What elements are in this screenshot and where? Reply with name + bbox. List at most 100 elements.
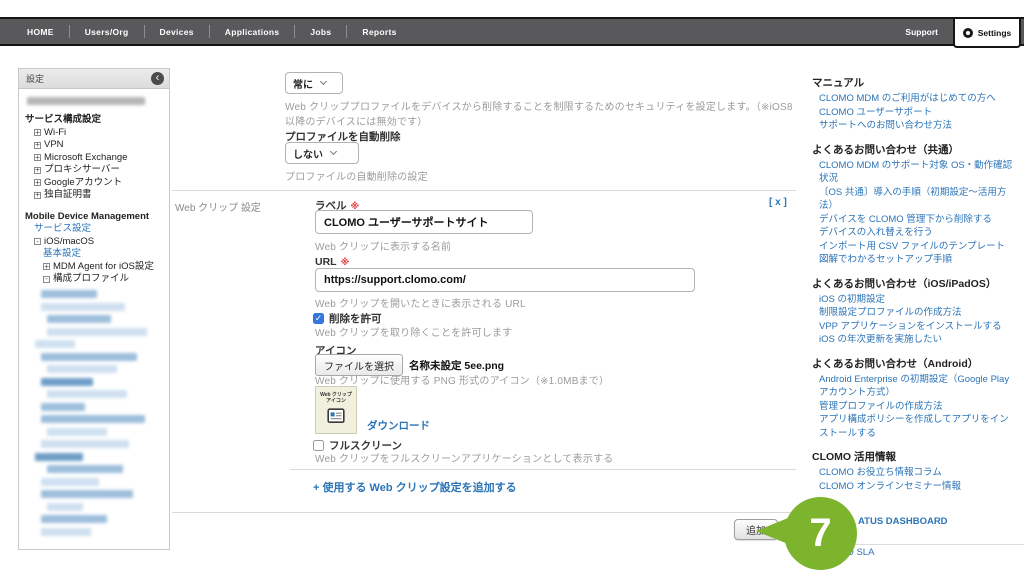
help-section-title: よくあるお問い合わせ（Android）: [812, 357, 1013, 371]
fullscreen-checkbox[interactable]: [313, 440, 324, 451]
nav-item-applications[interactable]: Applications: [210, 27, 295, 37]
redacted-tree-item: [41, 490, 133, 498]
sidebar-item-[interactable]: サービス設定: [25, 223, 165, 236]
help-link[interactable]: デバイスの入れ替えを行う: [812, 226, 1013, 240]
auto-remove-select[interactable]: しない: [285, 142, 359, 164]
expand-icon[interactable]: +: [34, 142, 41, 149]
help-section-title: CLOMO 活用情報: [812, 450, 1013, 464]
url-help-text: Web クリップを開いたときに表示される URL: [315, 297, 526, 312]
removable-checkbox[interactable]: ✓: [313, 313, 324, 324]
sidebar-item-ios-macos[interactable]: -iOS/macOS: [25, 236, 165, 249]
removable-checkbox-row: ✓ 削除を許可: [313, 311, 382, 326]
help-link[interactable]: 〔OS 共通〕導入の手順（初期設定〜活用方法）: [812, 186, 1013, 213]
tree-item-label[interactable]: iOS/macOS: [44, 236, 94, 249]
tree-item-label[interactable]: 構成プロファイル: [53, 273, 129, 286]
redacted-tree-item: [41, 528, 91, 536]
redacted-tree-item: [47, 465, 123, 473]
sidebar-item-[interactable]: +プロキシサーバー: [25, 164, 165, 177]
tree-item-label[interactable]: 基本設定: [43, 248, 81, 261]
sidebar-tree: サービス構成設定+Wi-Fi+VPN+Microsoft Exchange+プロ…: [19, 89, 169, 540]
help-link[interactable]: CLOMO お役立ち情報コラム: [812, 466, 1013, 480]
help-section-title: マニュアル: [812, 76, 1013, 90]
tree-item-label[interactable]: Microsoft Exchange: [44, 152, 127, 165]
tree-item-label: サービス構成設定: [25, 114, 101, 127]
tree-item-label[interactable]: Googleアカウント: [44, 177, 122, 190]
help-link[interactable]: デバイスを CLOMO 管理下から削除する: [812, 213, 1013, 227]
nav-item-home[interactable]: HOME: [12, 27, 69, 37]
choose-file-button[interactable]: ファイルを選択: [315, 354, 403, 376]
help-link[interactable]: サポートへのお問い合わせ方法: [812, 119, 1013, 133]
url-input[interactable]: [315, 268, 695, 292]
help-link[interactable]: インポート用 CSV ファイルのテンプレート: [812, 240, 1013, 254]
chevron-down-icon: [320, 78, 327, 85]
help-link[interactable]: アプリ構成ポリシーを作成してアプリをインストールする: [812, 413, 1013, 440]
redacted-tree-item: [41, 440, 129, 448]
icon-file-row: ファイルを選択 名称未設定 5ee.png: [315, 354, 504, 376]
tree-item-label[interactable]: MDM Agent for iOS設定: [53, 261, 154, 274]
tree-item-label[interactable]: サービス設定: [34, 223, 91, 236]
sidebar-item-[interactable]: -構成プロファイル: [25, 273, 165, 286]
help-section: よくあるお問い合わせ（iOS/iPadOS）iOS の初期設定制限設定プロファイ…: [812, 277, 1013, 347]
tab-settings[interactable]: Settings: [953, 17, 1021, 48]
nav-item-jobs[interactable]: Jobs: [295, 27, 346, 37]
sidebar-item-[interactable]: +独自証明書: [25, 189, 165, 202]
nav-item-support[interactable]: Support: [905, 19, 938, 44]
expand-icon[interactable]: +: [34, 167, 41, 174]
sidebar-item-google[interactable]: +Googleアカウント: [25, 177, 165, 190]
tree-item-label[interactable]: プロキシサーバー: [44, 164, 120, 177]
collapse-icon[interactable]: -: [34, 238, 41, 245]
redacted-tree-item: [41, 378, 93, 386]
help-section: よくあるお問い合わせ（共通） CLOMO MDM のサポート対象 OS・動作確認状…: [812, 143, 1013, 267]
redacted-tree-item: [47, 328, 147, 336]
expand-icon[interactable]: +: [34, 129, 41, 136]
expand-icon[interactable]: +: [34, 154, 41, 161]
tree-item-label[interactable]: 独自証明書: [44, 189, 92, 202]
label-input[interactable]: [315, 210, 533, 234]
security-help-text: Web クリッププロファイルをデバイスから削除することを制限するためのセキュリテ…: [285, 100, 801, 130]
tree-item-label: Mobile Device Management: [25, 211, 149, 224]
help-link[interactable]: VPP アプリケーションをインストールする: [812, 320, 1013, 334]
tree-item-label[interactable]: Wi-Fi: [44, 127, 66, 140]
auto-remove-help-text: プロファイルの自動削除の設定: [285, 170, 428, 185]
help-section-title: よくあるお問い合わせ（共通）: [812, 143, 1013, 157]
redacted-tree-item: [41, 515, 107, 523]
expand-icon[interactable]: +: [34, 192, 41, 199]
security-select[interactable]: 常に: [285, 72, 343, 94]
help-link[interactable]: iOS の初期設定: [812, 293, 1013, 307]
help-link[interactable]: 図解でわかるセットアップ手順: [812, 253, 1013, 267]
tree-item-label[interactable]: VPN: [44, 139, 64, 152]
label-help-text: Web クリップに表示する名前: [315, 240, 451, 255]
help-link[interactable]: CLOMO MDM のサポート対象 OS・動作確認状況: [812, 159, 1013, 186]
top-nav-bar: HOMEUsers/OrgDevicesApplicationsJobsRepo…: [0, 17, 1024, 46]
nav-item-reports[interactable]: Reports: [347, 27, 411, 37]
url-field-label: URL※: [315, 256, 349, 268]
sidebar-item-microsoft-exchange[interactable]: +Microsoft Exchange: [25, 152, 165, 165]
help-link[interactable]: 制限設定プロファイルの作成方法: [812, 306, 1013, 320]
nav-menu: HOMEUsers/OrgDevicesApplicationsJobsRepo…: [0, 19, 412, 44]
help-link[interactable]: CLOMO MDM のご利用がはじめての方へ: [812, 92, 1013, 106]
label-text: URL: [315, 256, 337, 268]
webclip-remove-link[interactable]: [ x ]: [769, 197, 787, 208]
redacted-tree-item: [47, 428, 107, 436]
collapse-icon[interactable]: -: [43, 276, 50, 283]
sidebar-item-mdm-agent-for-ios[interactable]: +MDM Agent for iOS設定: [25, 261, 165, 274]
help-link[interactable]: 管理プロファイルの作成方法: [812, 400, 1013, 414]
add-webclip-link[interactable]: + 使用する Web クリップ設定を追加する: [313, 479, 517, 495]
chevron-down-icon: [330, 148, 337, 155]
help-link[interactable]: CLOMO オンラインセミナー情報: [812, 480, 1013, 494]
nav-item-devices[interactable]: Devices: [145, 27, 209, 37]
help-link[interactable]: Android Enterprise の初期設定（Google Play アカウ…: [812, 373, 1013, 400]
status-dashboard-link[interactable]: ATUS DASHBOARD: [858, 516, 948, 527]
sidebar-item-vpn[interactable]: +VPN: [25, 139, 165, 152]
expand-icon[interactable]: +: [34, 179, 41, 186]
help-link[interactable]: CLOMO ユーザーサポート: [812, 106, 1013, 120]
sidebar-item-[interactable]: 基本設定: [25, 248, 165, 261]
download-link[interactable]: ダウンロード: [367, 418, 430, 433]
bottom-divider: [172, 512, 796, 513]
sidebar-item-wi-fi[interactable]: +Wi-Fi: [25, 127, 165, 140]
help-link[interactable]: iOS の年次更新を実施したい: [812, 333, 1013, 347]
fullscreen-help-text: Web クリップをフルスクリーンアプリケーションとして表示する: [315, 452, 613, 467]
expand-icon[interactable]: +: [43, 263, 50, 270]
sidebar-collapse-button[interactable]: ‹: [151, 72, 164, 85]
nav-item-users-org[interactable]: Users/Org: [70, 27, 144, 37]
